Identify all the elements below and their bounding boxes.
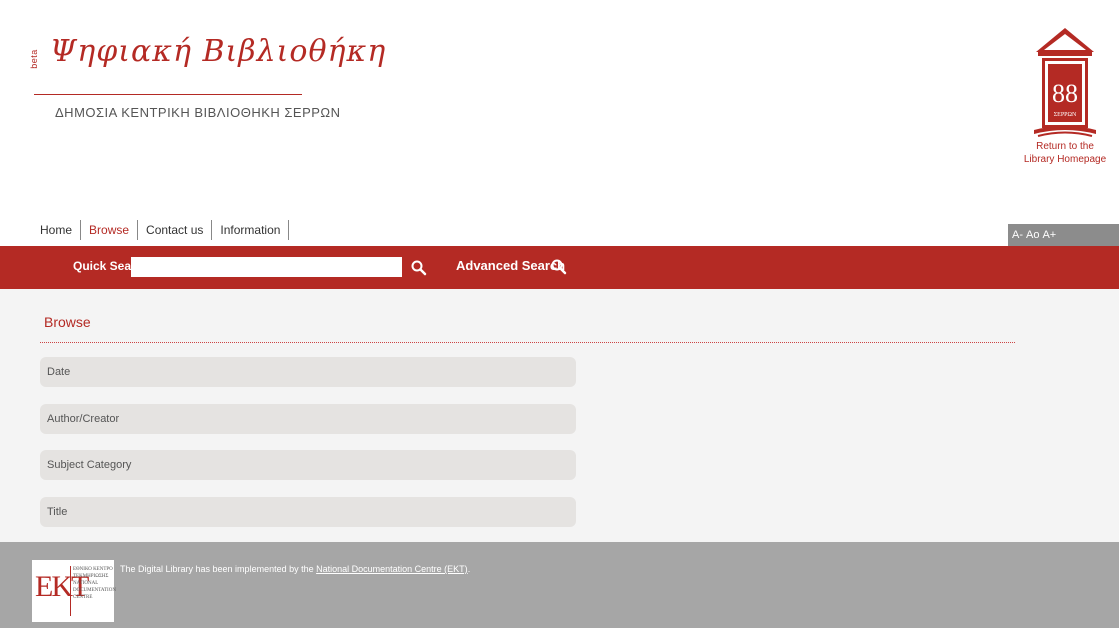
beta-badge: beta <box>28 49 39 69</box>
ekt-logo-text: ΕΘΝΙΚΟ ΚΕΝΤΡΟ ΤΕΚΜΗΡΙΩΣΗΣ NATIONAL DOCUM… <box>73 567 116 600</box>
footer-credit-text: The Digital Library has been implemented… <box>120 564 471 574</box>
nav-item-contact-us[interactable]: Contact us <box>138 220 213 240</box>
nav-item-home[interactable]: Home <box>40 220 82 240</box>
logo-underline <box>34 94 302 95</box>
site-logo[interactable]: beta Ψηφιακή Βιβλιοθήκη ΔΗΜΟΣΙΑ ΚΕΝΤΡΙΚΗ… <box>28 34 385 134</box>
svg-text:ΣΕΡΡΩΝ: ΣΕΡΡΩΝ <box>1054 112 1077 118</box>
svg-text:88: 88 <box>1052 79 1078 108</box>
advanced-search-icon[interactable] <box>550 258 568 276</box>
browse-item-title[interactable]: Title <box>40 497 576 527</box>
return-to-library-link[interactable]: Return to the Library Homepage <box>1018 140 1112 166</box>
page-title: Browse <box>44 314 91 330</box>
main-nav: Home Browse Contact us Information <box>40 218 290 242</box>
ekt-logo-divider <box>70 566 71 616</box>
font-size-controls: A- Ao A+ <box>1008 224 1119 246</box>
browse-item-subject-category[interactable]: Subject Category <box>40 450 576 480</box>
font-increase-button[interactable]: A+ <box>1042 229 1056 241</box>
search-bar: Quick Search Advanced Search <box>0 246 1119 289</box>
nav-item-browse[interactable]: Browse <box>81 220 139 240</box>
ekt-logo[interactable]: EKT ΕΘΝΙΚΟ ΚΕΝΤΡΟ ΤΕΚΜΗΡΙΩΣΗΣ NATIONAL D… <box>32 560 116 622</box>
main-content: Browse Date Author/Creator Subject Categ… <box>0 289 1119 542</box>
browse-item-date[interactable]: Date <box>40 357 576 387</box>
library-emblem-icon[interactable]: 88 ΣΕΡΡΩΝ <box>1032 26 1098 142</box>
footer: EKT ΕΘΝΙΚΟ ΚΕΝΤΡΟ ΤΕΚΜΗΡΙΩΣΗΣ NATIONAL D… <box>0 542 1119 628</box>
font-normal-button[interactable]: Ao <box>1026 229 1039 241</box>
page: beta Ψηφιακή Βιβλιοθήκη ΔΗΜΟΣΙΑ ΚΕΝΤΡΙΚΗ… <box>0 0 1119 628</box>
title-divider <box>40 342 1015 343</box>
quick-search-input[interactable] <box>131 257 402 277</box>
logo-script-title: Ψηφιακή Βιβλιοθήκη <box>50 34 387 69</box>
browse-item-author-creator[interactable]: Author/Creator <box>40 404 576 434</box>
ekt-link[interactable]: National Documentation Centre (EKT) <box>316 564 468 574</box>
logo-subtitle: ΔΗΜΟΣΙΑ ΚΕΝΤΡΙΚΗ ΒΙΒΛΙΟΘΗΚΗ ΣΕΡΡΩΝ <box>55 105 341 120</box>
nav-item-information[interactable]: Information <box>212 220 290 240</box>
font-decrease-button[interactable]: A- <box>1012 229 1023 241</box>
advanced-search-link[interactable]: Advanced Search <box>456 258 565 273</box>
quick-search-icon[interactable] <box>410 259 428 277</box>
